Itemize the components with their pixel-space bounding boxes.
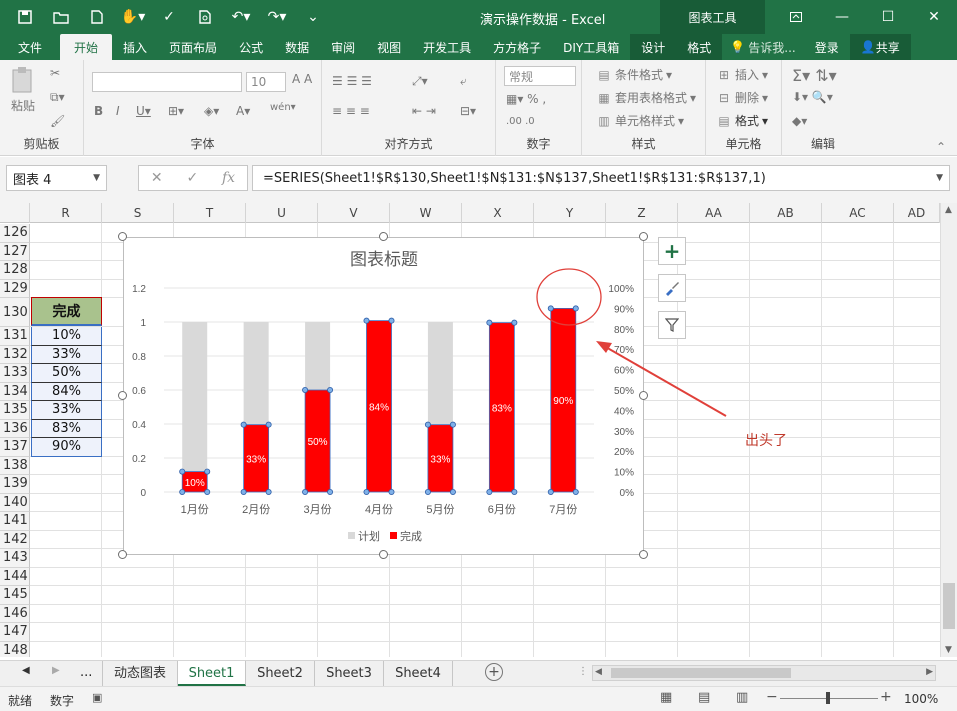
- next-sheet-icon[interactable]: ▶: [52, 665, 60, 676]
- zoom-slider-thumb[interactable]: [826, 692, 830, 704]
- highlight-circle: [536, 268, 602, 326]
- page-break-view-icon[interactable]: ▥: [736, 690, 748, 705]
- sheet-tab-sheet2[interactable]: Sheet2: [246, 661, 315, 686]
- zoom-in-icon[interactable]: +: [880, 689, 892, 705]
- horizontal-scrollbar[interactable]: ◀ ▶: [592, 665, 936, 681]
- sheet-tab-sheet1[interactable]: Sheet1: [178, 661, 246, 686]
- status-bar: 就绪 数字 ▣ ▦ ▤ ▥ − + 100%: [0, 686, 957, 711]
- scroll-left-icon[interactable]: ◀: [595, 667, 602, 677]
- add-sheet-icon[interactable]: +: [485, 663, 503, 681]
- tab-split-icon[interactable]: ⋮: [578, 666, 588, 677]
- annotation-overlay: [536, 268, 727, 417]
- scroll-right-icon[interactable]: ▶: [926, 667, 933, 677]
- zoom-out-icon[interactable]: −: [766, 689, 778, 705]
- horizontal-scroll-thumb[interactable]: [611, 668, 791, 678]
- more-sheets-button[interactable]: ...: [80, 665, 92, 680]
- annotation-text: 出头了: [745, 433, 787, 449]
- normal-view-icon[interactable]: ▦: [660, 690, 672, 705]
- status-ready: 就绪: [8, 694, 33, 708]
- sheet-tab-dynamic-chart[interactable]: 动态图表: [102, 661, 178, 686]
- zoom-level[interactable]: 100%: [904, 692, 938, 706]
- prev-sheet-icon[interactable]: ◀: [22, 665, 30, 676]
- sheet-tab-bar: ◀ ▶ ... 动态图表 Sheet1 Sheet2 Sheet3 Sheet4…: [0, 660, 957, 686]
- annotation-arrow: [603, 345, 727, 417]
- sheet-tab-sheet3[interactable]: Sheet3: [315, 661, 384, 686]
- arrow-head: [596, 341, 612, 353]
- status-num: 数字: [50, 694, 75, 708]
- macro-record-icon[interactable]: ▣: [92, 691, 102, 704]
- page-layout-view-icon[interactable]: ▤: [698, 690, 710, 705]
- sheet-tab-sheet4[interactable]: Sheet4: [384, 661, 453, 686]
